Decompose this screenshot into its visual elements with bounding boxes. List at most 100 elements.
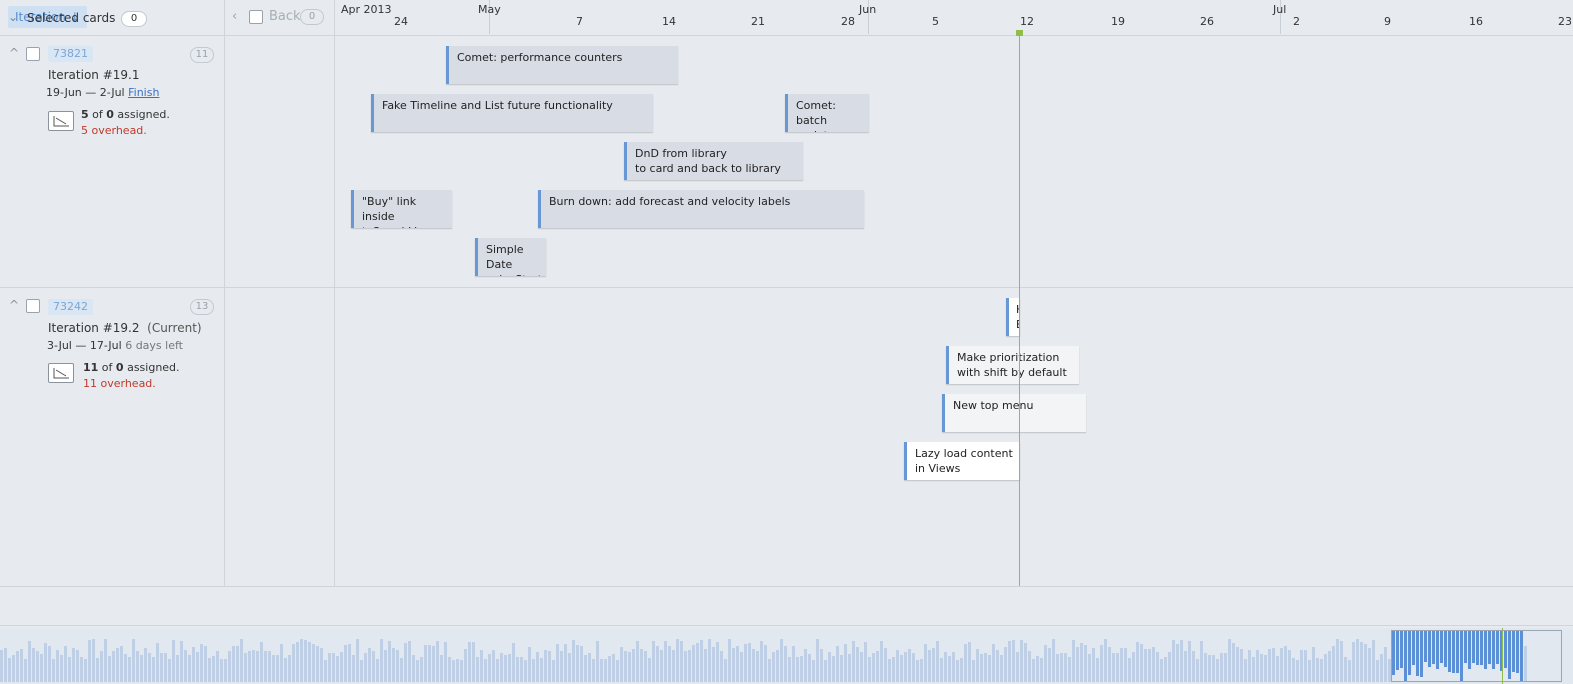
minimap-bar bbox=[496, 659, 499, 682]
minimap-bar bbox=[860, 652, 863, 682]
minimap-bar bbox=[508, 654, 511, 682]
back-label[interactable]: Back bbox=[269, 9, 301, 25]
minimap-bar bbox=[372, 651, 375, 682]
burndown-chart-icon[interactable] bbox=[48, 111, 74, 131]
minimap-bar bbox=[1296, 660, 1299, 682]
minimap-bar bbox=[1252, 657, 1255, 682]
minimap-bar bbox=[380, 639, 383, 682]
minimap-bar bbox=[448, 657, 451, 682]
chevron-left-icon[interactable]: ‹ bbox=[232, 9, 237, 25]
iteration-title[interactable]: Iteration #19.2 (Current) bbox=[48, 321, 202, 335]
minimap-viewport-handle[interactable] bbox=[1391, 630, 1562, 682]
minimap-bar bbox=[1344, 657, 1347, 682]
minimap-bar bbox=[248, 651, 251, 682]
minimap-bar bbox=[1280, 648, 1283, 682]
minimap-bar bbox=[808, 654, 811, 682]
card[interactable]: New top menu bbox=[942, 394, 1086, 432]
timeline-day-label: 23 bbox=[1558, 15, 1572, 28]
minimap-bar bbox=[720, 651, 723, 682]
minimap-bar bbox=[32, 648, 35, 682]
minimap-bar bbox=[1192, 651, 1195, 682]
minimap-bar bbox=[1256, 650, 1259, 682]
iteration-id-badge[interactable]: 73242 bbox=[48, 299, 93, 315]
chevron-up-icon[interactable]: ^ bbox=[9, 298, 19, 312]
minimap-bar bbox=[644, 651, 647, 682]
minimap-bar bbox=[704, 649, 707, 682]
minimap-bar bbox=[1328, 651, 1331, 682]
minimap-bar bbox=[896, 650, 899, 682]
minimap-bar bbox=[424, 645, 427, 682]
minimap-bar bbox=[1012, 640, 1015, 682]
minimap-bar bbox=[392, 648, 395, 682]
minimap-bar bbox=[1020, 640, 1023, 682]
card[interactable]: Burn down: add forecast and velocity lab… bbox=[538, 190, 864, 228]
card[interactable]: Simple Date axis: Start D bbox=[475, 238, 546, 276]
assigned-total: 0 bbox=[106, 108, 114, 121]
chevron-down-icon[interactable]: ⌄ bbox=[8, 10, 18, 24]
iteration-checkbox[interactable] bbox=[26, 47, 40, 61]
selected-cards-label[interactable]: Selected cards bbox=[27, 11, 115, 25]
minimap-bar bbox=[1032, 659, 1035, 682]
minimap-bar bbox=[804, 649, 807, 682]
card[interactable]: Comet: batch update bbox=[785, 94, 869, 132]
card[interactable]: H E bbox=[1006, 298, 1020, 336]
timeline-day-label: 24 bbox=[394, 15, 408, 28]
minimap-bar bbox=[928, 650, 931, 682]
minimap-bar bbox=[144, 648, 147, 682]
minimap-bar bbox=[1084, 645, 1087, 682]
minimap-bar bbox=[384, 650, 387, 682]
minimap-bar bbox=[136, 651, 139, 682]
minimap-bar bbox=[1008, 641, 1011, 682]
minimap-bar bbox=[632, 649, 635, 682]
iteration-title[interactable]: Iteration #19.1 bbox=[48, 68, 140, 82]
card[interactable]: Lazy load content in Views bbox=[904, 442, 1020, 480]
card[interactable]: Comet: performance counters bbox=[446, 46, 678, 84]
minimap-bar bbox=[768, 659, 771, 682]
burndown-chart-icon[interactable] bbox=[48, 363, 74, 383]
minimap-bar bbox=[696, 643, 699, 682]
minimap-bar bbox=[1132, 652, 1135, 682]
minimap-bar bbox=[304, 640, 307, 682]
minimap-bar bbox=[428, 645, 431, 682]
finish-link[interactable]: Finish bbox=[128, 86, 159, 99]
minimap-bar bbox=[728, 639, 731, 682]
minimap-bar bbox=[1112, 653, 1115, 682]
assigned-summary: 11 of 0 assigned. bbox=[83, 361, 180, 374]
minimap-bar bbox=[164, 653, 167, 682]
minimap-bar bbox=[396, 650, 399, 682]
iteration-checkbox[interactable] bbox=[26, 299, 40, 313]
minimap-bar bbox=[1260, 654, 1263, 682]
minimap-bar bbox=[360, 660, 363, 682]
minimap-bar bbox=[400, 658, 403, 682]
card[interactable]: DnD from library to card and back to lib… bbox=[624, 142, 803, 180]
minimap-bar bbox=[656, 646, 659, 682]
today-marker[interactable] bbox=[1016, 30, 1023, 36]
minimap-bar bbox=[236, 646, 239, 682]
minimap-bar bbox=[800, 656, 803, 682]
minimap-bar bbox=[1244, 659, 1247, 682]
card[interactable]: "Buy" link inside tp3 and Live Chat bbox=[351, 190, 452, 228]
minimap-bar bbox=[1064, 653, 1067, 682]
iteration-id-badge[interactable]: 73821 bbox=[48, 46, 93, 62]
row-divider bbox=[0, 287, 1573, 288]
card[interactable]: Fake Timeline and List future functional… bbox=[371, 94, 653, 132]
minimap-bar bbox=[476, 657, 479, 682]
minimap-bar bbox=[276, 655, 279, 682]
minimap-bar bbox=[828, 652, 831, 682]
minimap-bar bbox=[1072, 640, 1075, 682]
minimap-bar bbox=[188, 655, 191, 682]
minimap-bar bbox=[1052, 639, 1055, 682]
timeline-month-label: Jun bbox=[859, 3, 877, 16]
chevron-up-icon[interactable]: ^ bbox=[9, 46, 19, 60]
minimap-bar bbox=[328, 653, 331, 682]
timeline-minimap[interactable] bbox=[0, 628, 1573, 684]
card[interactable]: Make prioritization with shift by defaul… bbox=[946, 346, 1079, 384]
minimap-bar bbox=[140, 655, 143, 682]
back-checkbox[interactable] bbox=[249, 10, 263, 24]
minimap-bar bbox=[1320, 659, 1323, 682]
minimap-bar bbox=[196, 652, 199, 682]
minimap-bar bbox=[1184, 651, 1187, 682]
minimap-bar bbox=[872, 653, 875, 682]
minimap-bar bbox=[1268, 649, 1271, 682]
minimap-bar bbox=[412, 655, 415, 682]
